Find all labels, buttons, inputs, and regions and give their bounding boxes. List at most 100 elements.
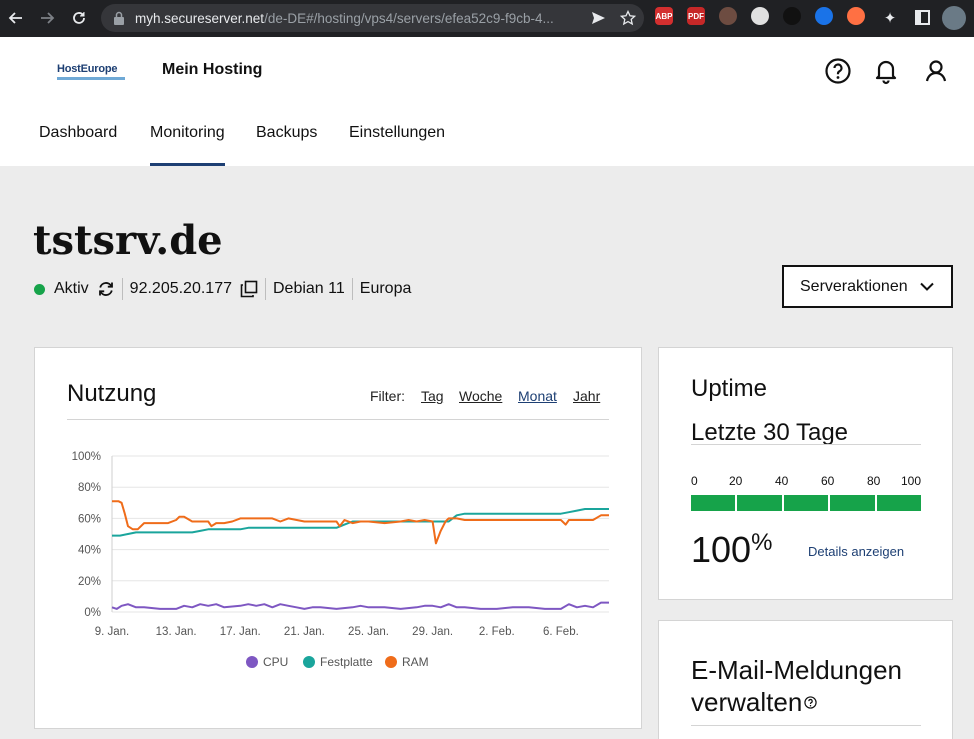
email-alerts-card: E-Mail-Meldungen verwalten [658,620,953,739]
legend-marker [385,656,397,668]
meta-divider [351,278,353,300]
meta-divider [265,278,266,300]
x-tick-label: 6. Feb. [543,626,579,638]
meta-divider [121,278,123,300]
bookmark-star-icon[interactable] [620,10,636,26]
x-tick-label: 21. Jan. [284,626,325,638]
url-path: /de-DE#/hosting/vps4/servers/efea52c9-f9… [264,10,554,26]
arrow-right-icon [41,12,55,24]
tab-label: Monitoring [150,124,225,141]
tab-label: Dashboard [39,124,118,141]
uptime-scale: 0 20 40 60 80 100 [691,474,921,488]
uptime-bar-segment [783,495,829,511]
x-tick-label: 17. Jan. [220,626,261,638]
refresh-icon[interactable] [97,280,115,298]
uptime-bar-segment [691,495,736,511]
email-alerts-text: E-Mail-Meldungen verwalten [691,655,902,717]
series-line-cpu [111,601,609,610]
uptime-bar-segment [737,495,782,511]
user-icon[interactable] [922,57,950,85]
copy-icon[interactable] [240,280,258,298]
uptime-scale-tick: 40 [775,474,789,488]
os-name: Debian 11 [273,280,345,297]
tab-einstellungen[interactable]: Einstellungen [349,114,445,166]
extensions-bar: ABP PDF [655,7,865,25]
uptime-unit: % [751,529,773,556]
server-actions-dropdown[interactable]: Serveraktionen [782,265,953,308]
uptime-number: 100 [691,529,752,570]
bell-icon[interactable] [872,57,900,85]
media-extension[interactable] [751,7,769,25]
x-tick-label: 29. Jan. [412,626,453,638]
uptime-card: Uptime Letzte 30 Tage 0 20 40 60 80 100 100% … [658,347,953,600]
pdf-extension[interactable]: PDF [687,7,705,25]
uptime-scale-tick: 20 [729,474,743,488]
region-name: Europa [359,280,412,297]
email-alerts-title: E-Mail-Meldungen verwalten [691,654,931,718]
uptime-scale-tick: 100 [901,474,922,488]
question-circle-icon[interactable] [804,696,817,709]
url-text: myh.secureserver.net/de-DE#/hosting/vps4… [135,11,575,26]
drop-extension[interactable] [847,7,865,25]
reload-icon [73,12,85,24]
puzzle-icon[interactable]: ✦ [881,9,899,27]
tab-label: Einstellungen [349,124,446,141]
back-button[interactable] [2,4,30,32]
tab-monitoring[interactable]: Monitoring [150,114,225,166]
usage-line-chart: 0% 20% 40% 60% 80% 100% 9. Jan. 13. Jan. 17. Jan… [72,451,609,669]
tab-label: Backups [256,124,318,141]
uptime-scale-tick: 0 [691,474,698,488]
server-name: tstsrv.de [33,217,223,264]
abp-extension[interactable]: ABP [655,7,673,25]
server-actions-label: Serveraktionen [800,277,908,295]
uptime-period: Letzte 30 Tage [691,419,849,446]
arrow-left-icon [8,12,22,24]
tab-backups[interactable]: Backups [256,114,317,166]
x-tick-label: 13. Jan. [156,626,197,638]
uptime-bar [691,495,922,511]
logo-underline [57,77,125,80]
uptime-divider [691,444,921,445]
y-tick-label: 100% [72,451,101,463]
ip-address: 92.205.20.177 [129,280,232,297]
shield-extension[interactable] [815,7,833,25]
forward-button[interactable] [33,4,61,32]
side-panel-icon[interactable] [915,10,930,25]
address-bar[interactable]: myh.secureserver.net/de-DE#/hosting/vps4… [101,4,644,32]
tab-dashboard[interactable]: Dashboard [39,114,117,166]
site-name[interactable]: Mein Hosting [162,61,262,79]
y-tick-label: 80% [78,482,101,494]
chevron-down-icon [920,282,934,291]
help-icon[interactable] [824,57,852,85]
profile-avatar[interactable] [942,6,966,30]
gnome-extension[interactable] [783,7,801,25]
site-header: HostEurope Mein Hosting Dashboard Monito… [0,37,974,166]
y-tick-label: 0% [84,607,101,619]
reload-button[interactable] [65,4,93,32]
legend-marker [303,656,315,668]
logo-text: HostEurope [57,63,118,75]
uptime-value: 100% [691,529,772,571]
legend-label: Festplatte [320,655,373,669]
details-link[interactable]: Details anzeigen [808,544,904,559]
server-meta: Aktiv 92.205.20.177 Debian 11 Europa [34,278,411,300]
lock-icon [114,11,124,25]
y-tick-label: 60% [78,513,101,525]
legend-label: CPU [263,655,288,669]
host-europe-logo[interactable]: HostEurope [57,63,125,80]
email-divider [691,725,921,726]
x-tick-label: 2. Feb. [479,626,515,638]
send-icon[interactable] [590,10,606,26]
coffee-extension[interactable] [719,7,737,25]
legend-marker [246,656,258,668]
uptime-scale-tick: 80 [867,474,881,488]
uptime-title: Uptime [691,375,768,402]
uptime-scale-tick: 60 [821,474,835,488]
y-tick-label: 20% [78,576,101,588]
browser-toolbar: myh.secureserver.net/de-DE#/hosting/vps4… [0,0,974,37]
status-dot [34,283,45,295]
y-tick-label: 40% [78,545,101,557]
usage-card: Nutzung Filter: Tag Woche Monat Jahr 0% 2… [34,347,642,729]
x-tick-label: 25. Jan. [348,626,389,638]
series-line-ram [112,500,609,545]
